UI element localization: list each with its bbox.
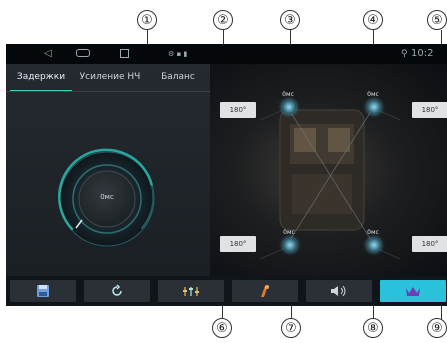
equalizer-button[interactable] (158, 280, 224, 302)
reset-icon (112, 284, 122, 296)
status-icons: ⚙ ▪ ▮ (168, 50, 188, 58)
volume-icon (331, 285, 346, 297)
rear-right-speaker-label: 0мс (367, 229, 379, 236)
front-right-speaker[interactable] (367, 100, 381, 114)
callout-1: ① (137, 10, 157, 30)
home-icon[interactable] (76, 49, 90, 57)
save-icon (37, 285, 49, 297)
dial-value: 0мс (100, 193, 114, 201)
callout-9: ⑨ (427, 318, 447, 338)
delay-dial[interactable] (6, 92, 210, 276)
sound-effect-button[interactable] (232, 280, 298, 302)
front-right-speaker-label: 0мс (367, 91, 379, 98)
callout-2: ② (213, 10, 233, 30)
front-left-phase[interactable]: 180° (220, 102, 256, 118)
callout-3: ③ (280, 10, 300, 30)
rear-right-speaker[interactable] (367, 238, 381, 252)
front-right-phase[interactable]: 180° (412, 102, 447, 118)
location-icon: ⚲ (401, 49, 408, 59)
rear-left-speaker[interactable] (283, 238, 297, 252)
save-button[interactable] (10, 280, 76, 302)
speaker-map-panel: 180° 180° 180° 180° 0мс 0мс 0мс 0мс (210, 64, 447, 276)
crown-icon (406, 287, 420, 296)
crown-button[interactable] (380, 280, 446, 302)
back-icon[interactable]: ◁ (44, 48, 52, 60)
status-bar: ◁ ⚙ ▪ ▮ ⚲ 10:2 (6, 44, 447, 64)
sound-effect-icon (261, 285, 269, 297)
tab-balance[interactable]: Баланс (148, 64, 208, 90)
tab-bar: Задержки Усиление НЧ Баланс (6, 64, 210, 92)
callout-7: ⑦ (281, 318, 301, 338)
reset-button[interactable] (84, 280, 150, 302)
rear-left-phase[interactable]: 180° (220, 236, 256, 252)
callout-8: ⑧ (363, 318, 383, 338)
head-unit-screen: ◁ ⚙ ▪ ▮ ⚲ 10:2 Задержки Усиление НЧ Бала… (6, 44, 447, 306)
callout-4: ④ (363, 10, 383, 30)
left-panel: Задержки Усиление НЧ Баланс 0мс (6, 64, 210, 276)
recents-icon[interactable] (120, 49, 129, 58)
callout-6: ⑥ (212, 318, 232, 338)
callout-5: ⑤ (427, 10, 447, 30)
front-left-speaker[interactable] (282, 100, 296, 114)
front-left-speaker-label: 0мс (282, 91, 294, 98)
rear-right-phase[interactable]: 180° (412, 236, 447, 252)
volume-button[interactable] (306, 280, 372, 302)
tab-bass-boost[interactable]: Усиление НЧ (74, 64, 146, 90)
equalizer-icon (183, 287, 199, 296)
clock: 10:2 (411, 48, 434, 59)
bottom-nav (6, 276, 447, 306)
rear-left-speaker-label: 0мс (283, 229, 295, 236)
tab-delays[interactable]: Задержки (8, 64, 74, 90)
